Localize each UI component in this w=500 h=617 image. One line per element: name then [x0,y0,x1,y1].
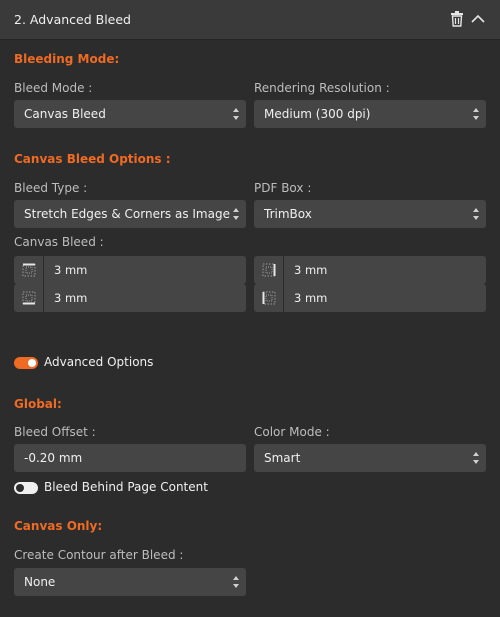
bleed-offset-label: Bleed Offset : [14,425,96,439]
section-title-canvas-only: Canvas Only: [14,519,103,533]
bleed-right-value[interactable]: 3 mm [294,256,327,284]
bleed-right-icon [254,256,284,284]
panel-header[interactable]: 2. Advanced Bleed [0,0,500,40]
toggle-knob [28,359,36,367]
bleed-left-icon [254,284,284,312]
bleed-behind-label: Bleed Behind Page Content [44,480,208,494]
bleed-bottom-input[interactable]: 3 mm [14,284,246,312]
color-mode-value: Smart [264,451,301,465]
canvas-bleed-label: Canvas Bleed : [14,235,104,249]
bleed-left-input[interactable]: 3 mm [254,284,486,312]
select-arrows-icon [233,108,239,120]
select-arrows-icon [233,208,239,220]
bleed-offset-input[interactable]: -0.20 mm [14,444,246,472]
bleed-mode-value: Canvas Bleed [24,107,106,121]
bleed-mode-label: Bleed Mode : [14,81,93,95]
pdf-box-value: TrimBox [264,207,312,221]
select-arrows-icon [473,108,479,120]
advanced-options-toggle[interactable] [14,357,38,369]
select-arrows-icon [473,208,479,220]
bleed-offset-value[interactable]: -0.20 mm [24,451,82,465]
advanced-options-label: Advanced Options [44,355,154,369]
color-mode-select[interactable]: Smart [254,444,486,472]
rendering-resolution-label: Rendering Resolution : [254,81,390,95]
toggle-knob [16,484,24,492]
section-title-bleeding-mode: Bleeding Mode: [14,52,120,66]
bleed-bottom-icon [14,284,44,312]
trash-icon[interactable] [450,11,464,27]
bleed-type-value: Stretch Edges & Corners as Image [24,207,230,221]
bleed-left-value[interactable]: 3 mm [294,284,327,312]
section-title-global: Global: [14,397,62,411]
chevron-up-icon[interactable] [470,11,486,27]
bleed-bottom-value[interactable]: 3 mm [54,284,87,312]
rendering-resolution-select[interactable]: Medium (300 dpi) [254,100,486,128]
bleed-behind-toggle[interactable] [14,482,38,494]
panel-title: 2. Advanced Bleed [14,12,131,27]
bleed-type-select[interactable]: Stretch Edges & Corners as Image [14,200,246,228]
color-mode-label: Color Mode : [254,425,330,439]
section-title-canvas-bleed-options: Canvas Bleed Options : [14,152,171,166]
bleed-top-input[interactable]: 3 mm [14,256,246,284]
create-contour-select[interactable]: None [14,568,246,596]
create-contour-label: Create Contour after Bleed : [14,548,184,562]
bleed-mode-select[interactable]: Canvas Bleed [14,100,246,128]
select-arrows-icon [233,576,239,588]
bleed-top-value[interactable]: 3 mm [54,256,87,284]
create-contour-value: None [24,575,56,589]
bleed-top-icon [14,256,44,284]
pdf-box-label: PDF Box : [254,181,312,195]
pdf-box-select[interactable]: TrimBox [254,200,486,228]
rendering-resolution-value: Medium (300 dpi) [264,107,371,121]
select-arrows-icon [473,452,479,464]
bleed-right-input[interactable]: 3 mm [254,256,486,284]
bleed-type-label: Bleed Type : [14,181,88,195]
